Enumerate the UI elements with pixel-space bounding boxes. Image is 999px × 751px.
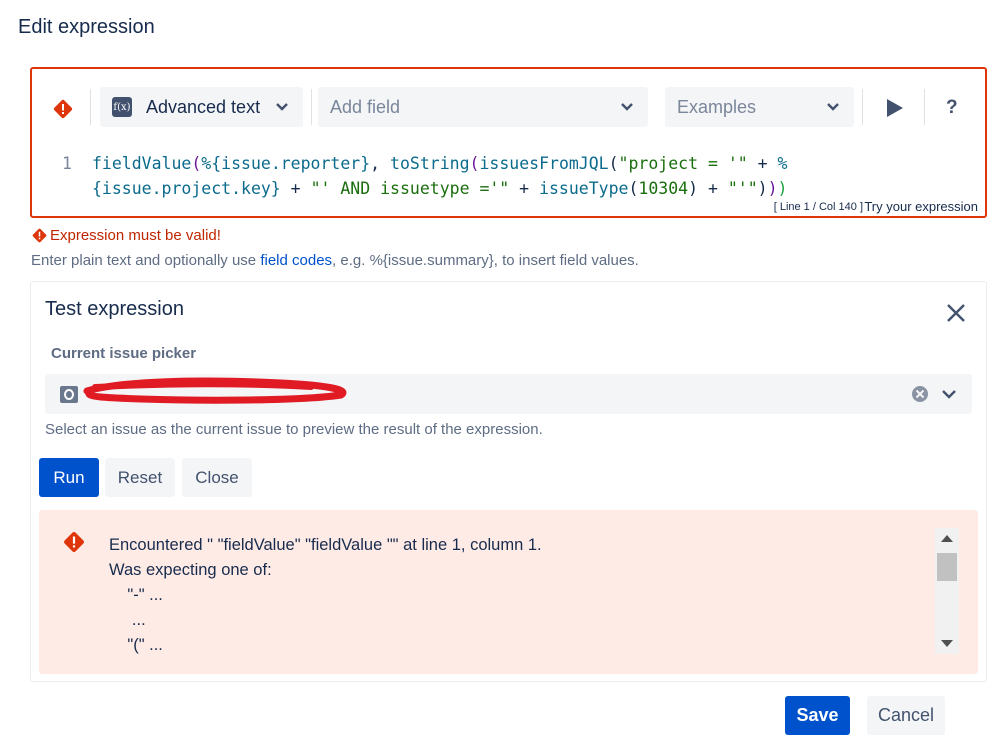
validation-message: Expression must be valid! <box>32 227 221 244</box>
chevron-down-icon <box>275 100 289 114</box>
result-text: Encountered " "fieldValue" "fieldValue "… <box>109 533 542 658</box>
scroll-up-arrow-icon[interactable] <box>941 535 953 542</box>
issue-picker[interactable] <box>45 374 972 414</box>
code-token: issuesFromJQL <box>479 154 608 173</box>
fx-icon: f(x) <box>112 97 132 117</box>
scroll-down-arrow-icon[interactable] <box>941 640 953 647</box>
expression-editor[interactable]: f(x) Advanced text Add field Examples ? … <box>30 67 987 218</box>
picker-label: Current issue picker <box>51 345 196 362</box>
code-token: fieldValue <box>92 154 191 173</box>
code-token: toString <box>390 154 469 173</box>
code-token: + <box>698 179 728 198</box>
chevron-down-icon[interactable] <box>941 386 957 402</box>
error-diamond-icon <box>63 531 85 553</box>
code-token: "project = '" <box>619 154 748 173</box>
code-token: + <box>748 154 778 173</box>
help-icon[interactable]: ? <box>946 97 958 119</box>
help-suffix: , e.g. %{issue.summary}, to insert field… <box>332 252 639 269</box>
add-field-placeholder: Add field <box>330 97 400 118</box>
code-token: ) <box>778 179 788 198</box>
code-token: ( <box>609 154 619 173</box>
save-button[interactable]: Save <box>785 696 850 735</box>
code-text[interactable]: fieldValue(%{issue.reporter}, toString(i… <box>92 151 792 201</box>
code-token: , <box>370 154 390 173</box>
page-title: Edit expression <box>18 16 155 39</box>
result-line: Encountered " "fieldValue" "fieldValue "… <box>109 533 542 558</box>
cancel-button[interactable]: Cancel <box>867 696 945 735</box>
result-error-box: Encountered " "fieldValue" "fieldValue "… <box>39 510 978 674</box>
toolbar-separator <box>311 89 312 125</box>
run-button[interactable]: Run <box>39 458 99 497</box>
result-line: "(" ... <box>109 633 542 658</box>
clear-icon[interactable] <box>911 385 929 403</box>
result-line: "-" ... <box>109 583 542 608</box>
code-token: + <box>509 179 539 198</box>
picker-help-text: Select an issue as the current issue to … <box>45 421 543 438</box>
toolbar-separator <box>924 89 925 125</box>
code-token: ( <box>628 179 638 198</box>
scroll-thumb[interactable] <box>937 553 957 581</box>
close-icon[interactable] <box>945 302 967 324</box>
try-expression-link[interactable]: Try your expression <box>864 199 978 214</box>
syntax-select-label: Advanced text <box>146 97 260 118</box>
code-token: "'" <box>728 179 758 198</box>
test-expression-panel: Test expression Current issue picker Sel… <box>30 281 987 682</box>
validation-text: Expression must be valid! <box>50 227 221 244</box>
code-token: ) <box>688 179 698 198</box>
error-diamond-icon <box>53 99 73 119</box>
code-token: ) <box>758 179 768 198</box>
code-token: issueType <box>539 179 628 198</box>
field-codes-link[interactable]: field codes <box>260 252 332 269</box>
line-number: 1 <box>62 151 72 176</box>
add-field-select[interactable]: Add field <box>318 87 648 127</box>
code-token: 10304 <box>638 179 688 198</box>
toolbar-separator <box>90 89 91 125</box>
code-token: %{issue.reporter} <box>201 154 370 173</box>
help-prefix: Enter plain text and optionally use <box>31 252 260 269</box>
close-button[interactable]: Close <box>182 458 252 497</box>
result-line: ... <box>109 608 542 633</box>
examples-placeholder: Examples <box>677 97 756 118</box>
syntax-select[interactable]: f(x) Advanced text <box>100 87 303 127</box>
examples-select[interactable]: Examples <box>665 87 854 127</box>
cursor-position: [ Line 1 / Col 140 ] <box>774 201 863 213</box>
chevron-down-icon <box>826 100 840 114</box>
issue-type-icon <box>60 386 78 403</box>
code-token: ( <box>191 154 201 173</box>
play-icon[interactable] <box>884 98 904 118</box>
reset-button[interactable]: Reset <box>105 458 175 497</box>
code-token: ) <box>768 179 778 198</box>
toolbar-separator <box>862 89 863 125</box>
result-scrollbar[interactable] <box>935 528 959 654</box>
redaction-scribble <box>81 375 361 405</box>
result-line: Was expecting one of: <box>109 558 542 583</box>
code-token: "' AND issuetype ='" <box>311 179 510 198</box>
chevron-down-icon <box>620 100 634 114</box>
code-token: + <box>281 179 311 198</box>
error-diamond-icon <box>32 228 47 243</box>
code-token: ( <box>470 154 480 173</box>
help-text: Enter plain text and optionally use fiel… <box>31 252 639 269</box>
test-panel-title: Test expression <box>45 298 184 321</box>
